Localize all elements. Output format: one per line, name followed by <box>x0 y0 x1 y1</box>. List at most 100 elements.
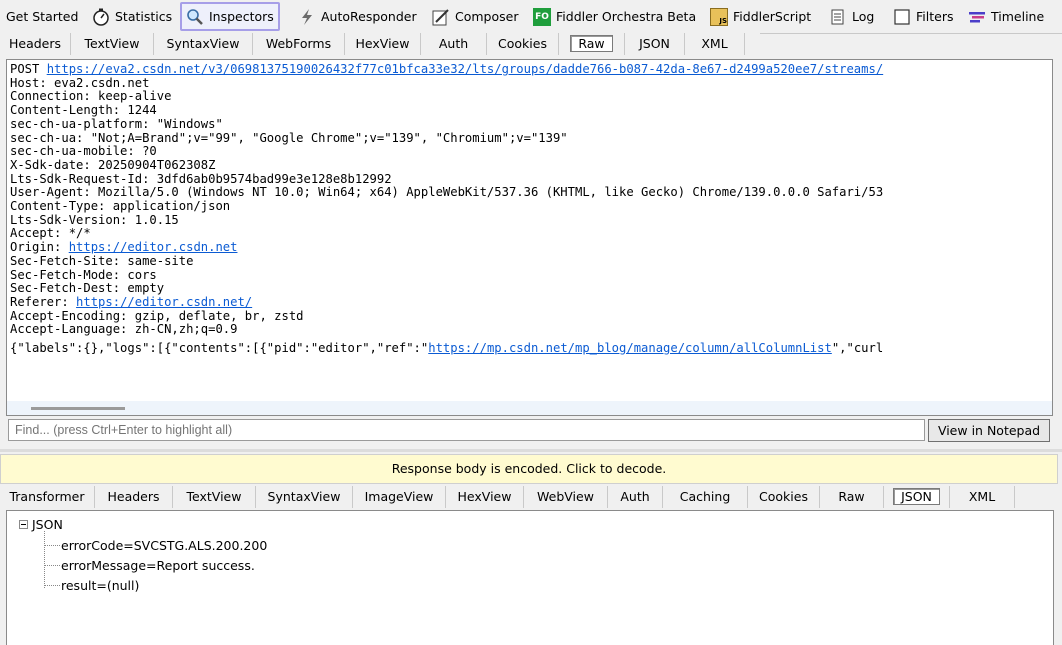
header-line: User-Agent: Mozilla/5.0 (Windows NT 10.0… <box>10 185 884 200</box>
header-line: Origin: <box>10 240 69 255</box>
main-tab-bar: Get Started Statistics Inspectors AutoRe… <box>0 0 1062 34</box>
req-tab-cookies[interactable]: Cookies <box>487 33 559 55</box>
req-tab-hexview[interactable]: HexView <box>345 33 421 55</box>
tab-log[interactable]: Log <box>825 4 878 29</box>
script-icon: JS <box>710 7 728 26</box>
header-line: sec-ch-ua: "Not;A=Brand";v="99", "Google… <box>10 130 568 145</box>
tab-autoresponder[interactable]: AutoResponder <box>294 4 421 29</box>
req-tab-webforms[interactable]: WebForms <box>253 33 345 55</box>
referer-link[interactable]: https://editor.csdn.net/ <box>76 295 252 309</box>
raw-request-view[interactable]: POST https://eva2.csdn.net/v3/0698137519… <box>6 59 1053 416</box>
tab-label: Caching <box>679 489 731 504</box>
req-tab-xml[interactable]: XML <box>685 33 745 55</box>
request-body: ","curl <box>831 341 884 356</box>
header-line: Content-Length: 1244 <box>10 103 157 118</box>
req-tab-raw[interactable]: Raw <box>559 33 625 55</box>
timeline-icon <box>968 8 986 26</box>
tab-label: Cookies <box>759 489 808 504</box>
decode-banner[interactable]: Response body is encoded. Click to decod… <box>0 454 1058 484</box>
tab-filters[interactable]: Filters <box>889 4 957 29</box>
resp-tab-auth[interactable]: Auth <box>608 486 663 508</box>
tab-label: Timeline <box>991 9 1045 24</box>
collapse-icon[interactable] <box>19 520 28 529</box>
req-tab-textview[interactable]: TextView <box>71 33 154 55</box>
scrollbar-thumb[interactable] <box>31 407 125 410</box>
tab-label: FiddlerScript <box>733 9 812 24</box>
tab-get-started[interactable]: Get Started <box>2 4 82 29</box>
pencil-icon <box>432 8 450 26</box>
tab-label: WebForms <box>265 36 332 51</box>
resp-tab-raw[interactable]: Raw <box>820 486 884 508</box>
view-in-notepad-button[interactable]: View in Notepad <box>928 419 1050 442</box>
tab-label: Log <box>852 9 875 24</box>
pane-splitter[interactable] <box>0 449 1062 452</box>
tab-label: Composer <box>455 9 519 24</box>
raw-request-text: POST https://eva2.csdn.net/v3/0698137519… <box>10 62 884 356</box>
tab-label: JSON <box>639 36 670 51</box>
tab-label: Auth <box>620 489 650 504</box>
resp-tab-transformer[interactable]: Transformer <box>0 486 95 508</box>
tab-label: Raw <box>838 489 865 504</box>
body-ref-link[interactable]: https://mp.csdn.net/mp_blog/manage/colum… <box>428 341 832 355</box>
tab-statistics[interactable]: Statistics <box>88 4 176 29</box>
tab-fiddlerscript[interactable]: JS FiddlerScript <box>706 4 815 29</box>
json-tree-view[interactable]: JSON errorCode=SVCSTG.ALS.200.200 errorM… <box>6 510 1054 645</box>
tab-inspectors[interactable]: Inspectors <box>180 2 280 31</box>
header-line: sec-ch-ua-mobile: ?0 <box>10 144 157 159</box>
js-badge-text: JS <box>719 16 727 25</box>
header-line: Sec-Fetch-Mode: cors <box>10 267 157 282</box>
tab-label: SyntaxView <box>166 36 240 51</box>
find-input[interactable] <box>8 419 925 441</box>
resp-tab-textview[interactable]: TextView <box>173 486 256 508</box>
resp-tab-xml[interactable]: XML <box>950 486 1015 508</box>
resp-tab-json[interactable]: JSON <box>884 486 950 508</box>
tab-timeline[interactable]: Timeline <box>964 4 1048 29</box>
tab-label: TextView <box>84 36 140 51</box>
header-line: Lts-Sdk-Version: 1.0.15 <box>10 212 179 227</box>
tab-composer[interactable]: Composer <box>428 4 522 29</box>
json-node-errorcode[interactable]: errorCode=SVCSTG.ALS.200.200 <box>45 538 267 553</box>
tab-label: XML <box>968 489 996 504</box>
tab-label: HexView <box>457 489 512 504</box>
req-tab-syntaxview[interactable]: SyntaxView <box>154 33 253 55</box>
json-root-node[interactable]: JSON <box>19 517 63 532</box>
req-tab-json[interactable]: JSON <box>625 33 685 55</box>
header-line: Connection: keep-alive <box>10 89 172 104</box>
lightning-icon <box>298 8 316 26</box>
resp-tab-cookies[interactable]: Cookies <box>748 486 820 508</box>
json-node-errormessage[interactable]: errorMessage=Report success. <box>45 558 255 573</box>
header-line: Sec-Fetch-Dest: empty <box>10 281 165 296</box>
tab-label: Transformer <box>9 489 85 504</box>
tab-label: Auth <box>438 36 469 51</box>
tab-label: SyntaxView <box>267 489 341 504</box>
tab-label: XML <box>701 36 728 51</box>
header-line: Content-Type: application/json <box>10 199 231 214</box>
request-url-link[interactable]: https://eva2.csdn.net/v3/069813751900264… <box>47 62 883 76</box>
resp-tab-syntaxview[interactable]: SyntaxView <box>256 486 353 508</box>
resp-tab-hexview[interactable]: HexView <box>446 486 524 508</box>
resp-tab-headers[interactable]: Headers <box>95 486 173 508</box>
resp-tab-imageview[interactable]: ImageView <box>353 486 446 508</box>
node-label: errorCode=SVCSTG.ALS.200.200 <box>61 538 268 553</box>
resp-tab-caching[interactable]: Caching <box>663 486 748 508</box>
header-line: Referer: <box>10 294 77 309</box>
req-tab-headers[interactable]: Headers <box>0 33 71 55</box>
tab-label: Get Started <box>6 9 79 24</box>
tab-label: Headers <box>107 489 160 504</box>
tab-label: HexView <box>355 36 410 51</box>
horizontal-scrollbar[interactable] <box>7 401 1052 415</box>
tab-label: TextView <box>186 489 242 504</box>
req-tab-auth[interactable]: Auth <box>421 33 487 55</box>
tab-label: ImageView <box>364 489 434 504</box>
stopwatch-icon <box>92 8 110 26</box>
json-root-label: JSON <box>32 517 63 532</box>
tab-label: Statistics <box>115 9 173 24</box>
log-icon <box>829 8 847 26</box>
header-line: Accept-Language: zh-CN,zh;q=0.9 <box>10 322 238 337</box>
tab-label: Raw <box>570 35 613 52</box>
header-line: Accept-Encoding: gzip, deflate, br, zstd <box>10 308 304 323</box>
tab-fiddler-orchestra[interactable]: FO Fiddler Orchestra Beta <box>529 4 700 29</box>
json-node-result[interactable]: result=(null) <box>45 578 139 593</box>
origin-link[interactable]: https://editor.csdn.net <box>69 240 238 254</box>
resp-tab-webview[interactable]: WebView <box>524 486 608 508</box>
